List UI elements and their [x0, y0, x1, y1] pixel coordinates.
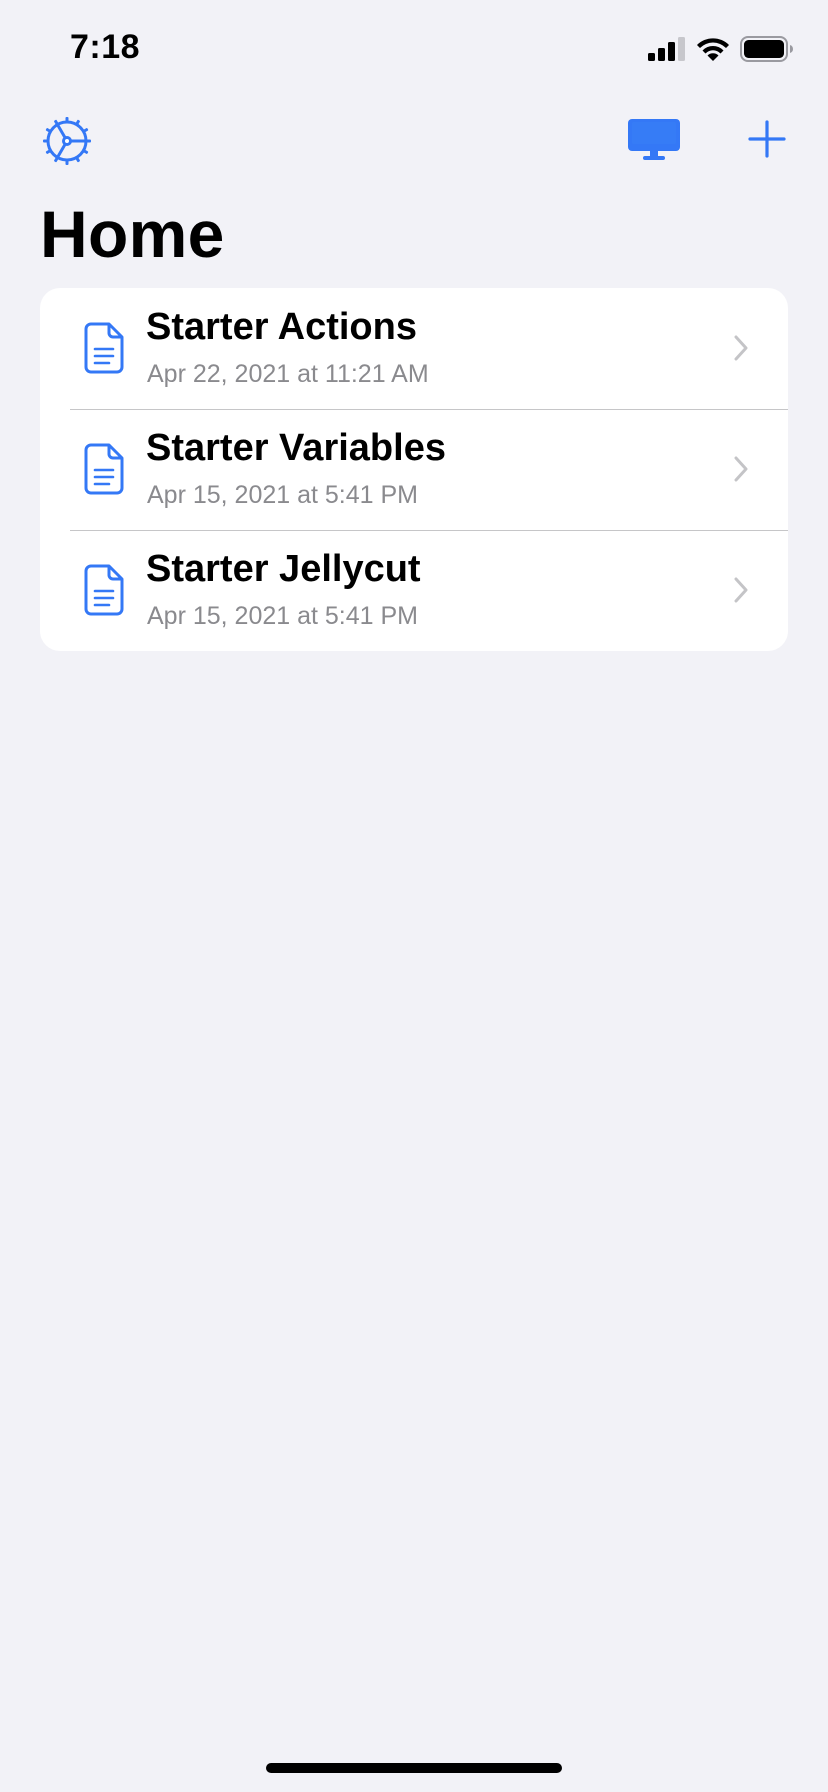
document-icon	[84, 443, 124, 495]
desktop-button[interactable]	[626, 116, 682, 164]
add-button[interactable]	[744, 116, 790, 162]
item-date: Apr 15, 2021 at 5:41 PM	[147, 481, 419, 509]
cellular-signal-icon	[648, 37, 685, 61]
list-item-starter-variables[interactable]: Starter Variables Apr 15, 2021 at 5:41 P…	[40, 409, 788, 530]
item-date: Apr 22, 2021 at 11:21 AM	[147, 360, 429, 388]
navigation-bar	[0, 110, 828, 174]
page-title: Home	[40, 197, 225, 271]
wifi-icon	[697, 38, 729, 61]
battery-icon	[740, 36, 793, 62]
status-icons	[648, 36, 794, 62]
desktop-display-icon	[628, 119, 680, 160]
item-title: Starter Variables	[146, 427, 446, 469]
document-list: Starter Actions Apr 22, 2021 at 11:21 AM…	[40, 288, 788, 651]
chevron-right-icon	[734, 456, 748, 482]
home-indicator[interactable]	[266, 1763, 562, 1773]
item-title: Starter Jellycut	[146, 548, 421, 590]
item-title: Starter Actions	[146, 306, 417, 348]
document-icon	[84, 564, 124, 616]
status-time: 7:18	[70, 28, 141, 66]
document-icon	[84, 322, 124, 374]
settings-button[interactable]	[40, 114, 94, 168]
list-item-starter-actions[interactable]: Starter Actions Apr 22, 2021 at 11:21 AM	[40, 288, 788, 409]
plus-icon	[748, 120, 786, 158]
settings-gear-icon	[43, 117, 91, 165]
chevron-right-icon	[734, 577, 748, 603]
item-date: Apr 15, 2021 at 5:41 PM	[147, 602, 419, 630]
status-bar: 7:18	[0, 0, 828, 100]
chevron-right-icon	[734, 335, 748, 361]
list-item-starter-jellycut[interactable]: Starter Jellycut Apr 15, 2021 at 5:41 PM	[40, 530, 788, 651]
